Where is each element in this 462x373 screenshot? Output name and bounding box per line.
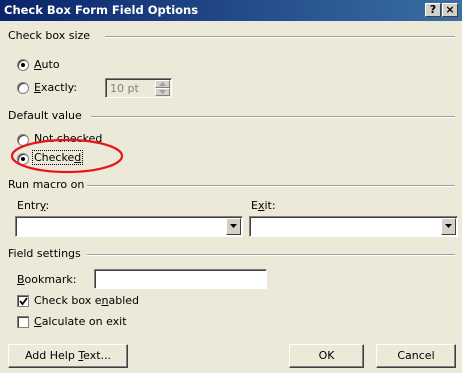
auto-radio[interactable] [17, 59, 29, 71]
checkmark-icon [19, 297, 28, 306]
title-bar: Check Box Form Field Options ? × [0, 0, 462, 21]
calculate-label[interactable]: Calculate on exit [34, 315, 127, 328]
exit-label: Exit: [251, 199, 276, 212]
bookmark-label: Bookmark: [17, 273, 77, 286]
chevron-down-icon [445, 224, 452, 228]
auto-radio-dot [21, 63, 25, 67]
run-macro-divider [87, 185, 455, 187]
exit-dropdown[interactable] [249, 216, 458, 237]
size-value: 10 pt [110, 82, 139, 95]
enabled-checkbox[interactable] [17, 295, 29, 307]
enabled-label[interactable]: Check box enabled [34, 294, 139, 307]
close-button[interactable]: × [442, 3, 458, 17]
bookmark-input[interactable] [94, 269, 267, 289]
spin-down-icon [159, 90, 166, 94]
annotation-ellipse [10, 138, 124, 174]
entry-label: Entry: [17, 199, 50, 212]
size-spinner[interactable]: 10 pt [105, 78, 172, 98]
field-settings-heading: Field settings [8, 247, 81, 260]
default-value-divider [91, 116, 455, 118]
spin-down-button[interactable] [155, 88, 170, 96]
window-title: Check Box Form Field Options [4, 3, 199, 17]
ok-button[interactable]: OK [289, 344, 364, 368]
exit-dropdown-button[interactable] [441, 218, 456, 235]
auto-label[interactable]: Auto [34, 58, 60, 71]
add-help-text-button[interactable]: Add Help Text... [8, 344, 128, 368]
default-value-heading: Default value [8, 109, 82, 122]
spin-up-button[interactable] [155, 80, 170, 88]
spin-up-icon [159, 82, 166, 86]
run-macro-heading: Run macro on [8, 178, 85, 191]
calculate-checkbox[interactable] [17, 316, 29, 328]
exactly-radio[interactable] [17, 82, 29, 94]
field-settings-divider [87, 254, 455, 256]
chevron-down-icon [230, 224, 237, 228]
entry-dropdown[interactable] [15, 216, 243, 237]
check-box-size-heading: Check box size [8, 29, 91, 42]
check-box-size-divider [105, 36, 455, 38]
help-title-button[interactable]: ? [425, 3, 441, 17]
exactly-label[interactable]: Exactly: [34, 81, 77, 94]
entry-dropdown-button[interactable] [226, 218, 241, 235]
cancel-button[interactable]: Cancel [376, 344, 456, 368]
